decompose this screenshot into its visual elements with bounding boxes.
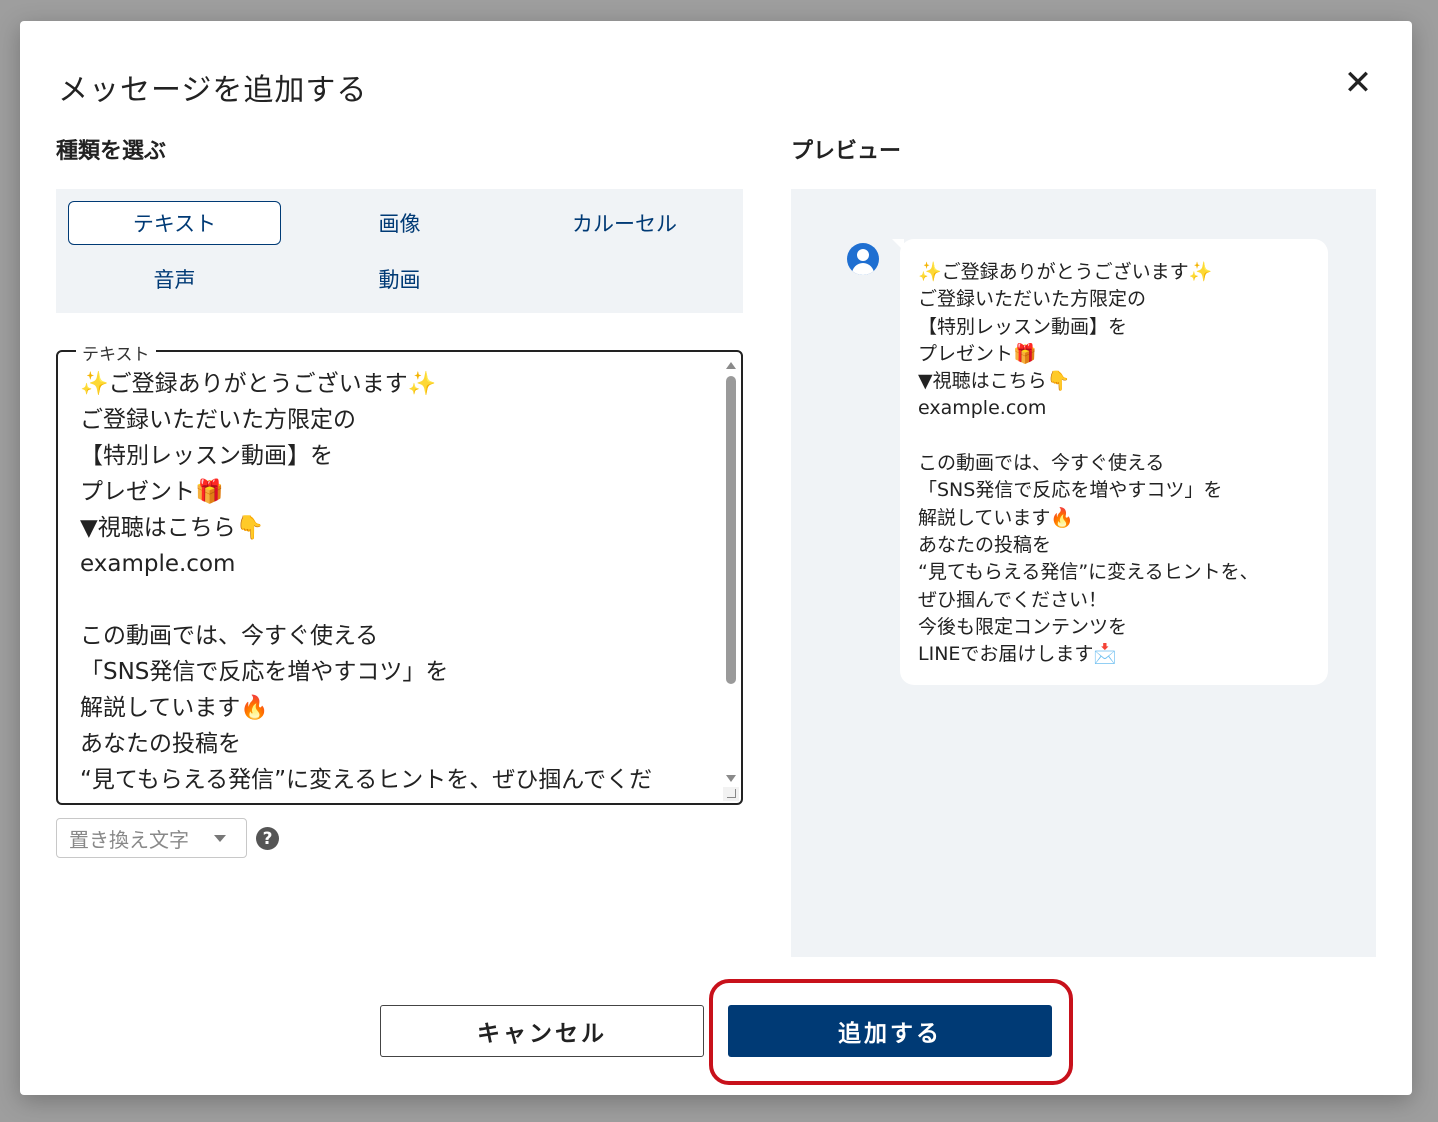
resize-handle-icon[interactable] — [723, 787, 739, 801]
preview-message-bubble: ✨ご登録ありがとうございます✨ ご登録いただいた方限定の 【特別レッスン動画】を… — [892, 239, 1328, 685]
message-type-selector: テキスト 画像 カルーセル 音声 動画 — [56, 189, 743, 313]
user-avatar-icon — [847, 243, 879, 275]
preview-message-text: ✨ご登録ありがとうございます✨ ご登録いただいた方限定の 【特別レッスン動画】を… — [918, 261, 1259, 666]
message-text-input[interactable]: ✨ご登録ありがとうございます✨ ご登録いただいた方限定の 【特別レッスン動画】を… — [80, 366, 700, 791]
type-option-audio[interactable]: 音声 — [68, 257, 281, 301]
message-text-field[interactable]: テキスト ✨ご登録ありがとうございます✨ ご登録いただいた方限定の 【特別レッス… — [56, 340, 743, 805]
add-button[interactable]: 追加する — [728, 1005, 1052, 1057]
modal-title: メッセージを追加する — [58, 73, 368, 108]
add-message-modal: メッセージを追加する ✕ 種類を選ぶ テキスト 画像 カルーセル 音声 動画 テ… — [20, 21, 1412, 1095]
type-option-carousel[interactable]: カルーセル — [518, 201, 731, 245]
type-option-image[interactable]: 画像 — [293, 201, 506, 245]
close-icon[interactable]: ✕ — [1338, 63, 1378, 103]
type-option-video[interactable]: 動画 — [293, 257, 506, 301]
scroll-down-arrow-icon[interactable] — [726, 775, 736, 782]
replacement-text-select[interactable]: 置き換え文字 — [56, 818, 247, 858]
scroll-up-arrow-icon[interactable] — [726, 362, 736, 369]
replacement-select-placeholder: 置き換え文字 — [69, 827, 189, 852]
help-icon[interactable]: ? — [256, 827, 279, 850]
preview-section-label: プレビュー — [791, 139, 902, 164]
type-option-text[interactable]: テキスト — [68, 201, 281, 245]
text-scrollbar[interactable] — [723, 362, 739, 794]
cancel-button[interactable]: キャンセル — [380, 1005, 704, 1057]
text-field-label: テキスト — [76, 340, 156, 365]
chevron-down-icon — [214, 835, 226, 842]
type-section-label: 種類を選ぶ — [56, 139, 167, 164]
preview-panel: ✨ご登録ありがとうございます✨ ご登録いただいた方限定の 【特別レッスン動画】を… — [791, 189, 1376, 957]
scroll-thumb[interactable] — [726, 376, 736, 684]
